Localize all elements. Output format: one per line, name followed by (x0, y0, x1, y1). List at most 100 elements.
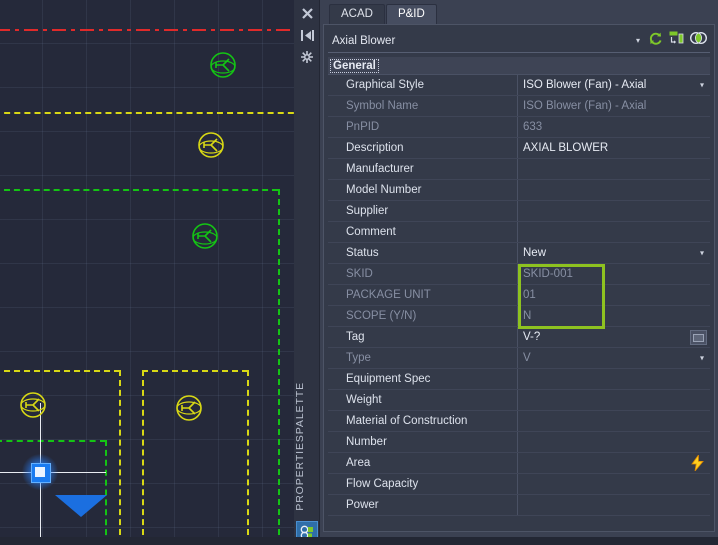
property-row[interactable]: PACKAGE UNIT 01 (328, 285, 710, 306)
property-value-text: 01 (523, 289, 536, 301)
property-row[interactable]: Flow Capacity (328, 474, 710, 495)
axial-blower-symbol[interactable] (196, 130, 226, 160)
property-label: Number (328, 432, 518, 452)
browse-button[interactable] (690, 330, 707, 345)
property-row[interactable]: Graphical Style ISO Blower (Fan) - Axial ▾ (328, 75, 710, 96)
panel-tabs: ACAD P&ID (323, 2, 715, 24)
browse-icon (693, 333, 704, 342)
property-value[interactable]: V-? (518, 327, 710, 347)
property-value[interactable]: V ▾ (518, 348, 710, 368)
yellow-dashed-vline-b (142, 370, 144, 545)
property-value-text: V (523, 352, 531, 364)
axial-blower-symbol[interactable] (190, 221, 220, 251)
property-value[interactable]: SKID-001 (518, 264, 710, 284)
axial-blower-symbol[interactable] (208, 50, 238, 80)
section-header-label: General (330, 58, 379, 73)
property-label: Type (328, 348, 518, 368)
axial-blower-symbol[interactable] (18, 390, 48, 420)
chevron-down-icon[interactable]: ▾ (634, 36, 648, 45)
palette-title: PROPERTIESPALETTE (294, 382, 306, 511)
chevron-down-icon[interactable]: ▾ (700, 249, 704, 258)
blue-triangle-marker[interactable] (55, 495, 107, 517)
green-dashed-line-upper (4, 189, 278, 191)
property-label: PACKAGE UNIT (328, 285, 518, 305)
property-row[interactable]: Status New ▾ (328, 243, 710, 264)
property-label: Model Number (328, 180, 518, 200)
property-rows: Graphical Style ISO Blower (Fan) - Axial ▾… (328, 75, 710, 516)
tab-acad[interactable]: ACAD (329, 4, 385, 24)
property-value[interactable] (518, 495, 710, 515)
property-value[interactable] (518, 201, 710, 221)
property-row[interactable]: Supplier (328, 201, 710, 222)
property-value[interactable]: N (518, 306, 710, 326)
property-row[interactable]: Tag V-? (328, 327, 710, 348)
property-value-text: V-? (523, 331, 541, 343)
property-label: SCOPE (Y/N) (328, 306, 518, 326)
property-row[interactable]: Manufacturer (328, 159, 710, 180)
property-row[interactable]: Type V ▾ (328, 348, 710, 369)
application-window: PROPERTIESPALETTE ACAD P&ID Axial Blower… (0, 0, 718, 545)
snap-marker[interactable] (22, 454, 58, 490)
chevron-down-icon[interactable]: ▾ (700, 354, 704, 363)
property-row[interactable]: PnPID 633 (328, 117, 710, 138)
property-value[interactable] (518, 453, 710, 473)
property-row[interactable]: Comment (328, 222, 710, 243)
property-value[interactable] (518, 390, 710, 410)
yellow-dashed-line-lower-right (142, 370, 248, 372)
green-dashed-vline-lower (105, 440, 107, 545)
property-value[interactable]: ISO Blower (Fan) - Axial ▾ (518, 75, 710, 95)
property-value[interactable]: 01 (518, 285, 710, 305)
property-value[interactable] (518, 411, 710, 431)
property-value[interactable] (518, 369, 710, 389)
properties-panel: ACAD P&ID Axial Blower ▾ General Graphic… (320, 0, 718, 545)
lightning-bolt-icon[interactable] (691, 453, 704, 473)
property-label: PnPID (328, 117, 518, 137)
property-value[interactable] (518, 432, 710, 452)
properties-palette-bar: PROPERTIESPALETTE (294, 0, 320, 545)
property-row[interactable]: Description AXIAL BLOWER (328, 138, 710, 159)
property-row[interactable]: SCOPE (Y/N) N (328, 306, 710, 327)
yellow-dashed-line-lower-left (0, 370, 120, 372)
property-value[interactable] (518, 222, 710, 242)
property-label: Status (328, 243, 518, 263)
property-row[interactable]: Equipment Spec (328, 369, 710, 390)
property-value-text: N (523, 310, 532, 322)
yellow-dashed-line-top (0, 112, 294, 114)
property-value[interactable]: AXIAL BLOWER (518, 138, 710, 158)
property-value[interactable]: 633 (518, 117, 710, 137)
property-row[interactable]: Number (328, 432, 710, 453)
toggle-value-icon[interactable] (689, 31, 708, 50)
cad-drawing-canvas[interactable] (0, 0, 294, 545)
object-selector[interactable]: Axial Blower ▾ (328, 29, 710, 53)
property-row[interactable]: Symbol Name ISO Blower (Fan) - Axial (328, 96, 710, 117)
property-label: Supplier (328, 201, 518, 221)
close-icon[interactable] (294, 2, 320, 24)
property-value[interactable]: New ▾ (518, 243, 710, 263)
property-row[interactable]: Power (328, 495, 710, 516)
property-label: Weight (328, 390, 518, 410)
property-value[interactable]: ISO Blower (Fan) - Axial (518, 96, 710, 116)
property-label: SKID (328, 264, 518, 284)
property-row[interactable]: Area (328, 453, 710, 474)
chevron-down-icon[interactable]: ▾ (700, 81, 704, 90)
property-label: Power (328, 495, 518, 515)
quick-select-icon[interactable] (669, 31, 684, 51)
property-row[interactable]: Material of Construction (328, 411, 710, 432)
tab-pid[interactable]: P&ID (385, 4, 437, 24)
property-row[interactable]: Model Number (328, 180, 710, 201)
auto-hide-icon[interactable] (294, 24, 320, 46)
axial-blower-symbol[interactable] (174, 393, 204, 423)
palette-settings-icon[interactable] (294, 46, 320, 68)
property-row[interactable]: Weight (328, 390, 710, 411)
yellow-dashed-vline-a (119, 370, 121, 545)
section-header-general[interactable]: General (328, 57, 710, 75)
refresh-icon[interactable] (648, 31, 663, 51)
property-value[interactable] (518, 180, 710, 200)
status-bar (0, 537, 718, 545)
property-label: Description (328, 138, 518, 158)
panel-tool-icons (648, 31, 710, 51)
yellow-dashed-vline-c (247, 370, 249, 545)
property-value[interactable] (518, 474, 710, 494)
property-row[interactable]: SKID SKID-001 (328, 264, 710, 285)
property-value[interactable] (518, 159, 710, 179)
